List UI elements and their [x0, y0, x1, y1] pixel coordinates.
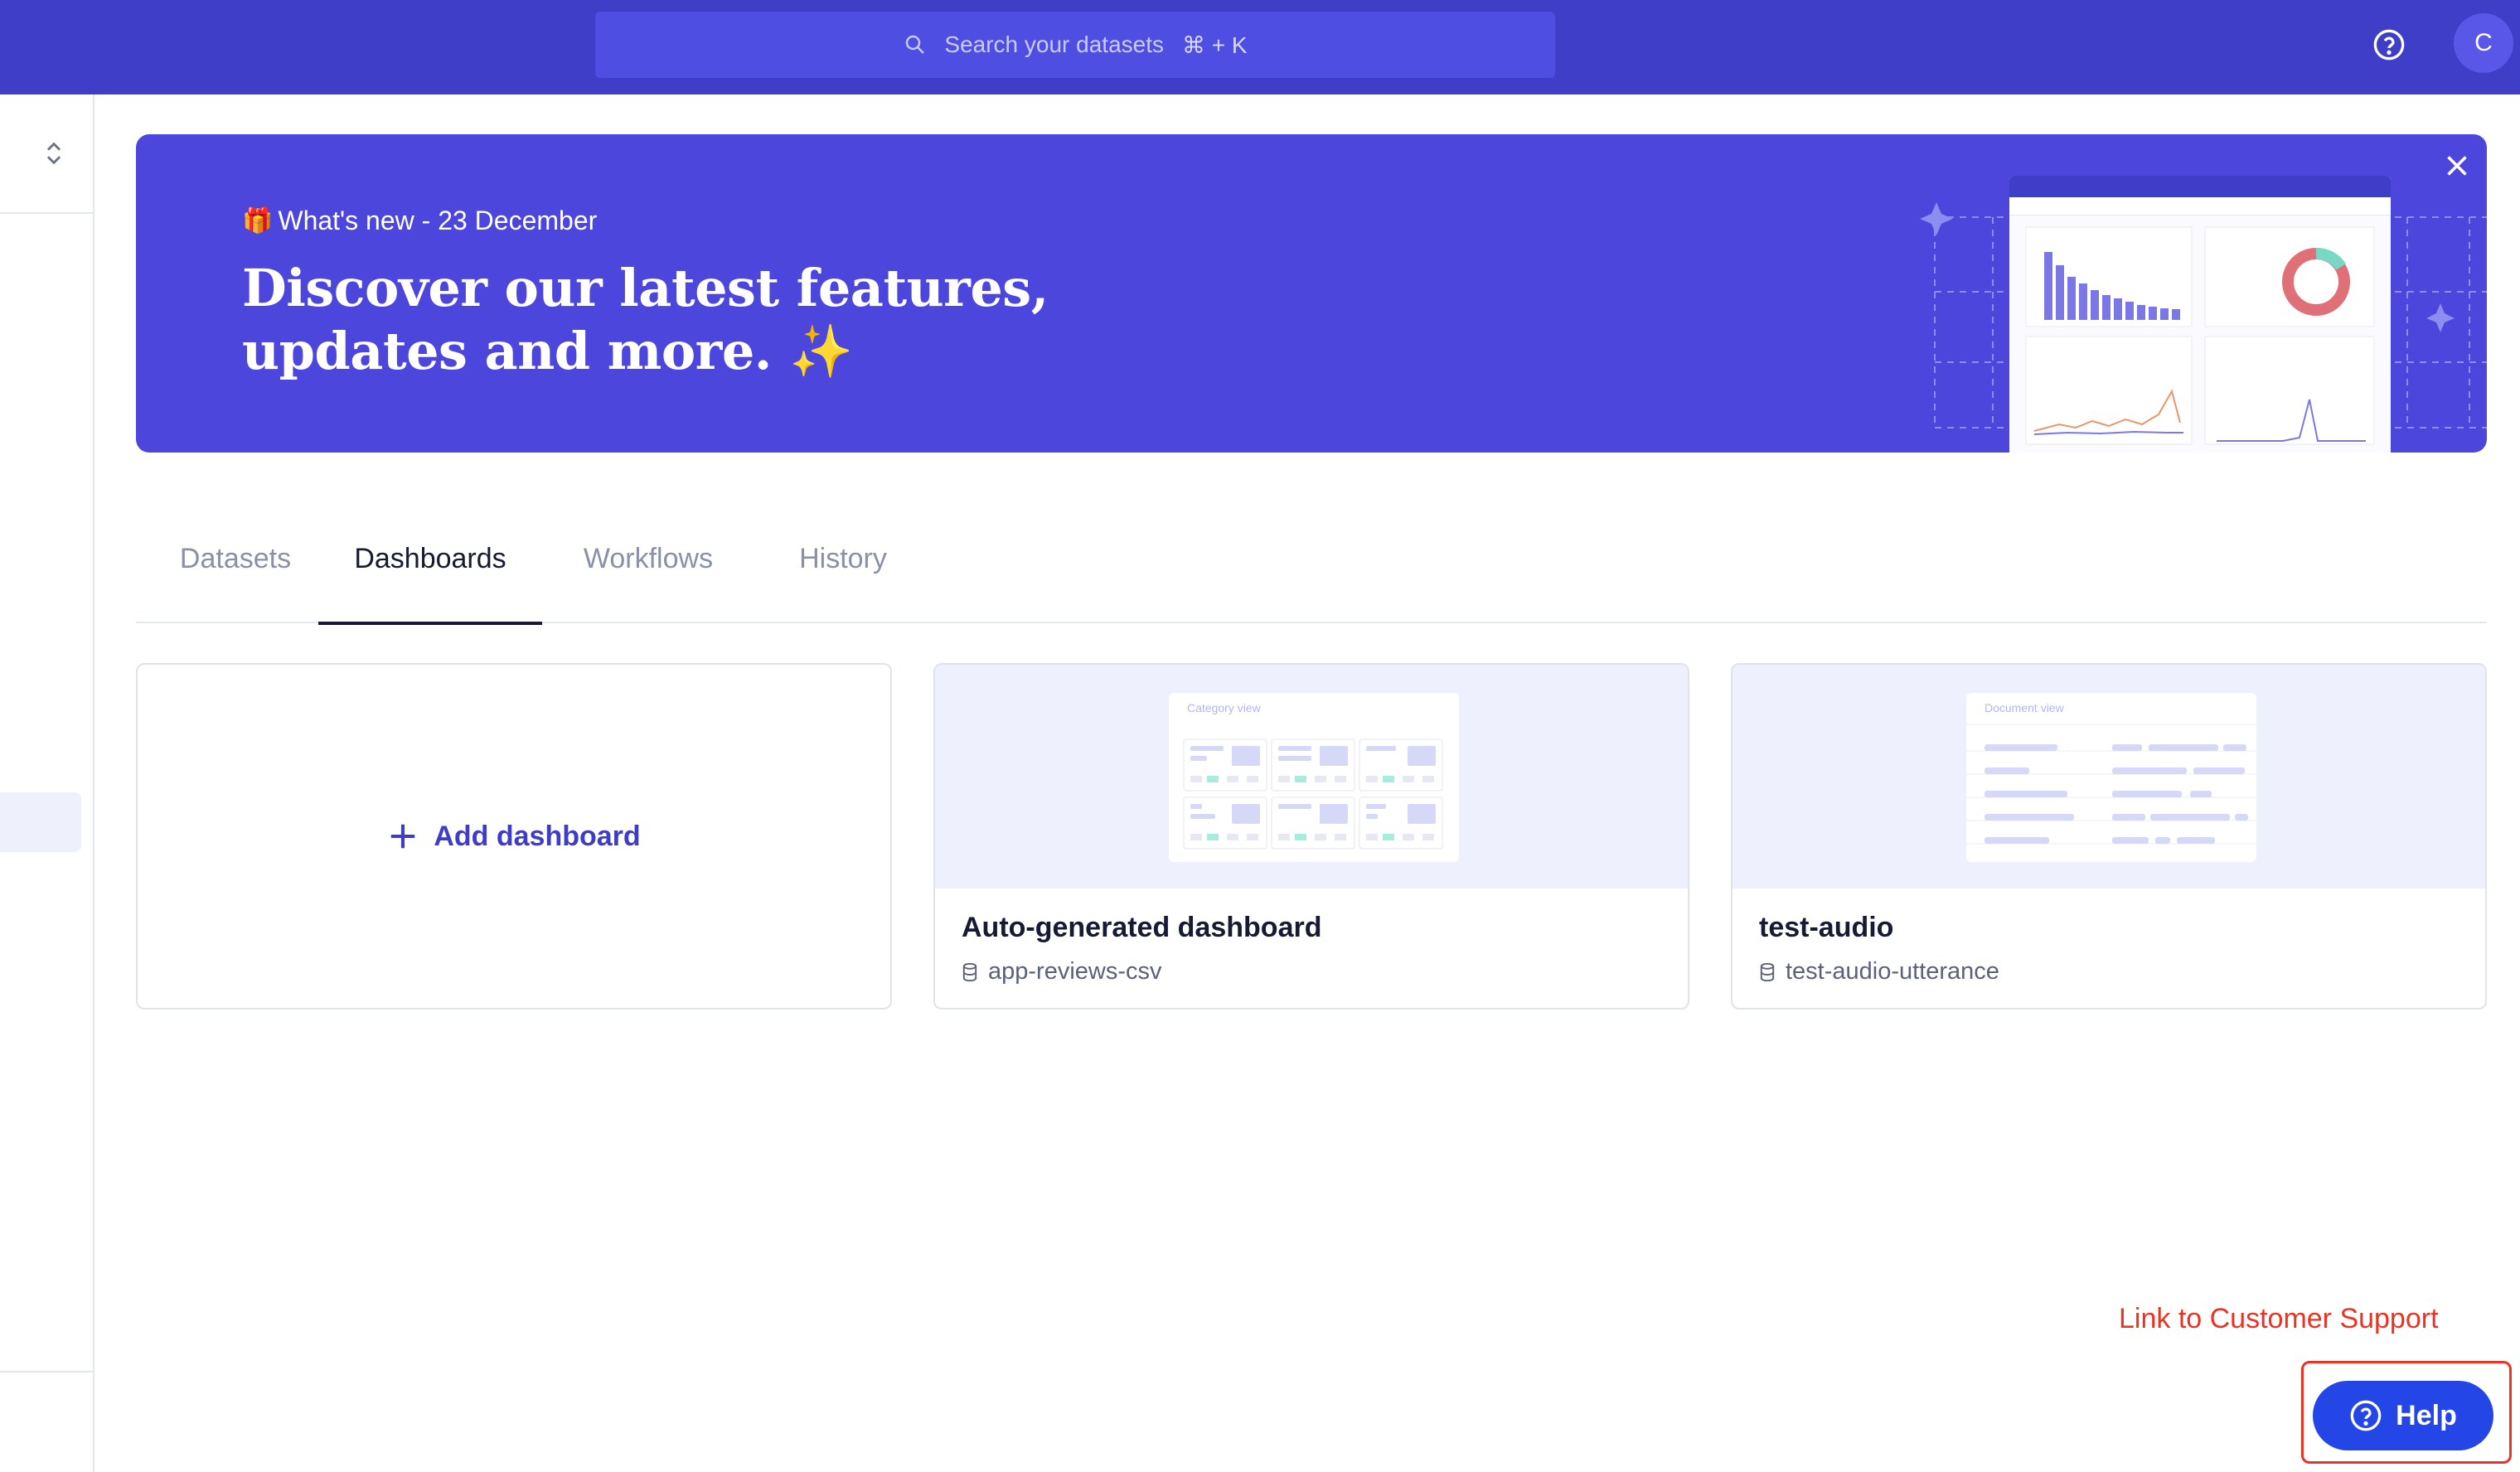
dashboard-card[interactable]: Document view test-audio test-audio-utte… [1731, 663, 2487, 1010]
sparkle-icon [1920, 202, 1953, 235]
tab-label: Datasets [179, 542, 292, 574]
dashboard-title: Auto-generated dashboard [962, 912, 1322, 943]
dashboard-dataset: test-audio-utterance [1759, 958, 1999, 985]
search-icon [906, 35, 925, 54]
dataset-name: app-reviews-csv [988, 958, 1162, 985]
close-icon[interactable] [2442, 151, 2472, 181]
whats-new-banner[interactable]: 🎁 What's new - 23 December Discover our … [136, 134, 2487, 453]
database-icon [1760, 962, 1775, 981]
avatar-initial: C [2474, 29, 2493, 56]
search-shortcut: ⌘ + K [1182, 31, 1248, 58]
preview-label: Document view [1984, 701, 2064, 714]
top-bar: Search your datasets ⌘ + K C [0, 0, 2520, 94]
gift-icon: 🎁 [242, 207, 274, 235]
dashboard-thumbnail: Category view [935, 665, 1688, 889]
banner-headline: Discover our latest features, updates an… [242, 257, 1071, 383]
dashboard-title: test-audio [1759, 912, 1894, 943]
add-dashboard-button[interactable]: Add dashboard [387, 820, 641, 853]
preview-tabbar [2009, 197, 2391, 215]
tab-workflows[interactable]: Workflows [542, 494, 754, 623]
add-dashboard-card[interactable]: Add dashboard [136, 663, 892, 1010]
question-circle-icon[interactable] [2372, 28, 2406, 61]
preview-charts [2025, 226, 2375, 445]
document-list-preview [1966, 724, 2256, 845]
banner-kicker-text: What's new - 23 December [278, 206, 598, 235]
database-icon [962, 962, 977, 981]
banner-kicker: 🎁 What's new - 23 December [242, 206, 597, 236]
plus-icon [391, 824, 415, 849]
sidebar [0, 94, 94, 1472]
dataset-name: test-audio-utterance [1786, 958, 1999, 985]
banner-headline-line2: updates and more. ✨ [242, 321, 853, 381]
customer-support-annotation: Link to Customer Support [2119, 1303, 2439, 1334]
help-label: Help [2396, 1399, 2457, 1431]
sidebar-active-item[interactable] [0, 792, 81, 852]
sparkle-icon [2426, 303, 2455, 332]
tab-label: Dashboards [354, 542, 506, 574]
tab-label: History [799, 542, 887, 574]
workspace-switcher[interactable] [0, 94, 93, 214]
user-avatar[interactable]: C [2454, 13, 2513, 73]
preview-label: Category view [1187, 701, 1261, 714]
question-circle-icon [2350, 1400, 2382, 1431]
category-grid-preview [1183, 738, 1443, 850]
search-bar[interactable]: Search your datasets ⌘ + K [595, 12, 1555, 78]
dashboard-card[interactable]: Category view Auto-generated dashboard a… [933, 663, 1689, 1010]
sidebar-divider [0, 1371, 93, 1373]
tab-label: Workflows [583, 542, 714, 574]
dashboard-dataset: app-reviews-csv [962, 958, 1162, 985]
tab-datasets[interactable]: Datasets [136, 494, 335, 623]
add-dashboard-label: Add dashboard [434, 820, 641, 852]
tab-history[interactable]: History [754, 494, 932, 623]
dashboard-thumbnail: Document view [1732, 665, 2485, 889]
help-button[interactable]: Help [2313, 1381, 2493, 1450]
banner-headline-line1: Discover our latest features, [242, 258, 1049, 318]
tab-bar: Datasets Dashboards Workflows History [136, 494, 2487, 625]
category-view-preview: Category view [1169, 693, 1459, 862]
tab-dashboards[interactable]: Dashboards [318, 494, 542, 625]
chevron-up-down-icon [46, 142, 61, 165]
preview-topbar [2009, 176, 2391, 197]
dashboard-preview-image [2009, 176, 2391, 453]
document-view-preview: Document view [1966, 693, 2256, 862]
search-placeholder: Search your datasets [944, 31, 1164, 57]
